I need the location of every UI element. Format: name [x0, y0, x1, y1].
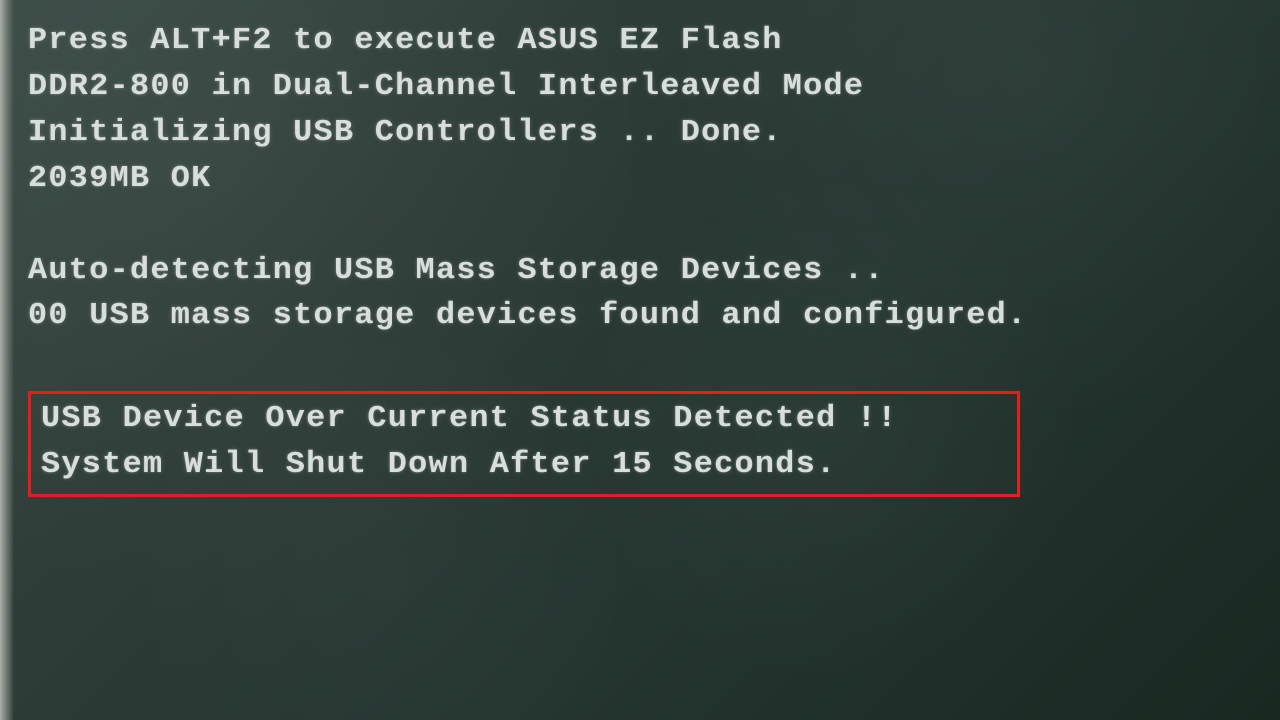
error-highlight-box: USB Device Over Current Status Detected … — [28, 391, 1020, 497]
bios-usb-detect: Auto-detecting USB Mass Storage Devices … — [28, 248, 1280, 294]
blank-line — [28, 202, 1252, 248]
bios-usb-count: 00 USB mass storage devices found and co… — [28, 293, 1280, 339]
bios-post-screen: Press ALT+F2 to execute ASUS EZ Flash DD… — [28, 18, 1252, 497]
bios-usb-init: Initializing USB Controllers .. Done. — [28, 110, 1280, 156]
bios-flash-hint: Press ALT+F2 to execute ASUS EZ Flash — [28, 18, 1280, 64]
bios-error-shutdown: System Will Shut Down After 15 Seconds. — [41, 442, 1036, 488]
bios-memory-ok: 2039MB OK — [28, 156, 1280, 202]
bios-error-overcurrent: USB Device Over Current Status Detected … — [41, 396, 1036, 442]
bios-memory-mode: DDR2-800 in Dual-Channel Interleaved Mod… — [28, 64, 1280, 110]
blank-line — [28, 339, 1252, 385]
